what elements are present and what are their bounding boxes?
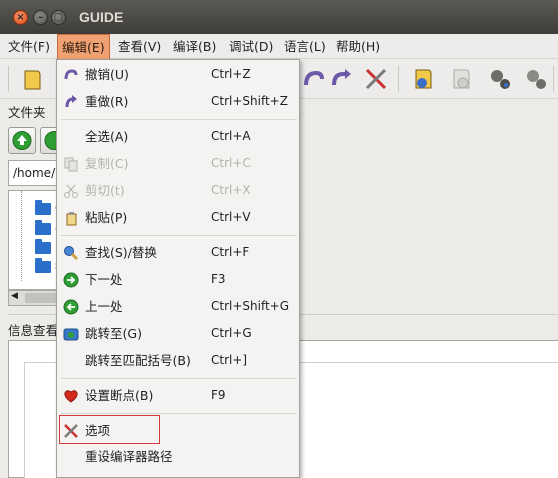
goto-icon (63, 328, 79, 341)
close-window-button[interactable]: × (13, 10, 28, 25)
menu-separator (61, 378, 297, 379)
menu-separator (61, 235, 297, 236)
folder-icon (35, 239, 51, 254)
menu-item-toggle-breakpoint[interactable]: 设置断点(B) F9 (57, 382, 299, 409)
menu-separator (61, 119, 297, 120)
menu-edit[interactable]: 编辑(E) (57, 34, 110, 59)
title-bar: × – □ GUIDE (0, 0, 558, 34)
menu-item-cut[interactable]: 剪切(t) Ctrl+X (57, 177, 299, 204)
find-icon (64, 246, 79, 261)
menu-item-find-replace[interactable]: 查找(S)/替换 Ctrl+F (57, 239, 299, 266)
toolbar-separator (398, 66, 399, 92)
paste-icon (66, 212, 77, 226)
prev-icon (63, 299, 79, 315)
scroll-left-icon[interactable]: ◀ (11, 291, 18, 301)
minimize-window-button[interactable]: – (33, 10, 48, 25)
folder-pane-title: 文件夹 (8, 105, 46, 120)
toolbar-separator (553, 66, 554, 92)
folder-icon (35, 258, 51, 273)
minimize-icon: – (38, 12, 43, 23)
menu-item-find-next[interactable]: 下一处 F3 (57, 266, 299, 293)
menu-item-copy[interactable]: 复制(C) Ctrl+C (57, 150, 299, 177)
maximize-window-button[interactable]: □ (51, 10, 66, 25)
redo-toolbar-icon[interactable] (326, 65, 354, 93)
tree-branch-line (21, 191, 22, 281)
window-title: GUIDE (79, 9, 124, 25)
cut-icon (64, 184, 78, 198)
menu-help[interactable]: 帮助(H) (336, 34, 380, 59)
tools-icon (64, 424, 78, 438)
next-icon (63, 272, 79, 288)
menu-build[interactable]: 编译(B) (173, 34, 216, 59)
menu-bar: 文件(F) 编辑(E) 查看(V) 编译(B) 调试(D) 语言(L) 帮助(H… (0, 34, 558, 59)
menu-item-goto-bracket[interactable]: 跳转至匹配括号(B) Ctrl+] (57, 347, 299, 374)
menu-file[interactable]: 文件(F) (8, 34, 50, 59)
folder-icon (35, 220, 51, 235)
menu-item-undo[interactable]: 撤销(U) Ctrl+Z (57, 61, 299, 88)
folder-icon (35, 200, 51, 215)
menu-item-select-all[interactable]: 全选(A) Ctrl+A (57, 123, 299, 150)
breakpoint-icon (64, 390, 78, 403)
run-disabled-icon[interactable] (448, 65, 476, 93)
toolbar-separator (8, 66, 9, 92)
info-panel-title: 信息查看 (8, 323, 59, 338)
menu-item-reset-compiler-path[interactable]: 重设编译器路径 (57, 443, 299, 470)
menu-separator (61, 413, 297, 414)
tools-toolbar-icon[interactable] (362, 65, 390, 93)
redo-icon (65, 95, 77, 108)
copy-icon (64, 157, 78, 172)
menu-item-find-previous[interactable]: 上一处 Ctrl+Shift+G (57, 293, 299, 320)
gears-settings-icon[interactable] (522, 65, 550, 93)
compile-icon[interactable] (410, 65, 438, 93)
up-arrow-icon (12, 131, 32, 150)
maximize-icon: □ (53, 12, 64, 23)
menu-language[interactable]: 语言(L) (284, 34, 326, 59)
menu-item-redo[interactable]: 重做(R) Ctrl+Shift+Z (57, 88, 299, 115)
menu-item-options[interactable]: 选项 (57, 417, 299, 444)
menu-debug[interactable]: 调试(D) (229, 34, 273, 59)
new-file-icon[interactable] (18, 65, 46, 93)
menu-item-goto-line[interactable]: 跳转至(G) Ctrl+G (57, 320, 299, 347)
go-up-button[interactable] (8, 127, 36, 154)
edit-menu-dropdown: 撤销(U) Ctrl+Z 重做(R) Ctrl+Shift+Z 全选(A) Ct… (56, 59, 300, 478)
menu-view[interactable]: 查看(V) (118, 34, 161, 59)
menu-item-paste[interactable]: 粘贴(P) Ctrl+V (57, 204, 299, 231)
undo-icon (64, 69, 78, 80)
close-icon: × (16, 12, 25, 23)
undo-toolbar-icon[interactable] (300, 65, 328, 93)
gears-icon[interactable] (486, 65, 514, 93)
